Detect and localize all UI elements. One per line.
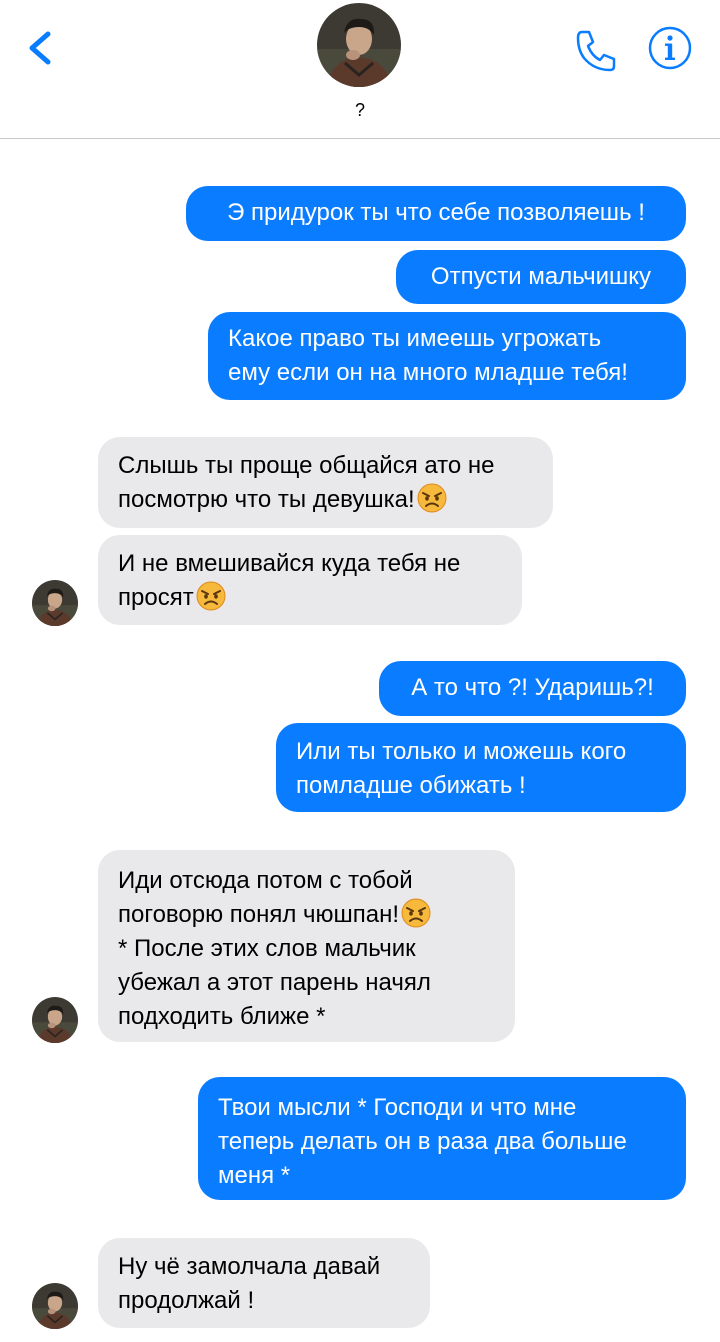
angry-face-icon — [401, 898, 431, 928]
sender-photo — [32, 1283, 78, 1329]
call-button[interactable] — [570, 24, 622, 76]
message-line: Э придурок ты что себе позволяешь ! — [227, 199, 645, 226]
angry-face-icon — [417, 483, 447, 513]
contact-photo — [317, 3, 401, 87]
message-outgoing[interactable]: Э придурок ты что себе позволяешь ! — [186, 186, 686, 241]
message-line: меня * — [218, 1162, 291, 1189]
conversation-header: ? — [0, 0, 720, 139]
message-line: А то что ?! Ударишь?! — [411, 674, 654, 701]
message-line: помладше обижать ! — [296, 772, 526, 799]
message-incoming[interactable]: Ну чё замолчала давай продолжай ! — [98, 1238, 430, 1328]
message-line: теперь делать он в раза два больше — [218, 1128, 627, 1155]
message-line: Слышь ты проще общайся ато не — [118, 452, 495, 479]
message-line: убежал а этот парень начял — [118, 969, 431, 996]
message-line: просят — [118, 584, 194, 611]
message-incoming[interactable]: И не вмешивайся куда тебя не просят — [98, 535, 522, 625]
contact-avatar[interactable] — [317, 3, 401, 87]
message-line: подходить ближе * — [118, 1003, 326, 1030]
message-line: Или ты только и можешь кого — [296, 738, 627, 765]
message-line: Какое право ты имеешь угрожать — [228, 325, 602, 352]
message-line: * После этих слов мальчик — [118, 935, 416, 962]
message-outgoing[interactable]: Твои мысли * Господи и что мне теперь де… — [198, 1077, 686, 1200]
message-outgoing[interactable]: А то что ?! Ударишь?! — [379, 661, 686, 716]
message-line: поговорю понял чюшпан! — [118, 901, 400, 928]
message-incoming[interactable]: Иди отсюда потом с тобой поговорю понял … — [98, 850, 515, 1042]
message-line: посмотрю что ты девушка! — [118, 486, 415, 513]
sender-avatar[interactable] — [32, 1283, 78, 1329]
angry-face-icon — [196, 581, 226, 611]
back-button[interactable] — [22, 24, 62, 72]
info-icon — [648, 26, 692, 70]
message-line: Отпусти мальчишку — [430, 263, 652, 290]
message-outgoing[interactable]: Или ты только и можешь кого помладше оби… — [276, 723, 686, 812]
sender-photo — [32, 580, 78, 626]
message-incoming[interactable]: Слышь ты проще общайся ато не посмотрю ч… — [98, 437, 553, 528]
sender-avatar[interactable] — [32, 997, 78, 1043]
message-line: продолжай ! — [118, 1287, 255, 1314]
message-line: И не вмешивайся куда тебя не — [118, 550, 461, 577]
message-outgoing[interactable]: Отпусти мальчишку — [396, 250, 686, 304]
phone-icon — [576, 30, 616, 72]
sender-avatar[interactable] — [32, 580, 78, 626]
message-line: Твои мысли * Господи и что мне — [218, 1094, 577, 1121]
message-outgoing[interactable]: Какое право ты имеешь угрожать ему если … — [208, 312, 686, 400]
sender-photo — [32, 997, 78, 1043]
message-line: ему если он на много младше тебя! — [228, 359, 628, 386]
info-button[interactable] — [646, 24, 694, 72]
contact-name[interactable]: ? — [0, 100, 720, 121]
message-line: Ну чё замолчала давай — [118, 1253, 381, 1280]
chevron-left-icon — [29, 31, 51, 65]
message-line: Иди отсюда потом с тобой — [118, 867, 413, 894]
